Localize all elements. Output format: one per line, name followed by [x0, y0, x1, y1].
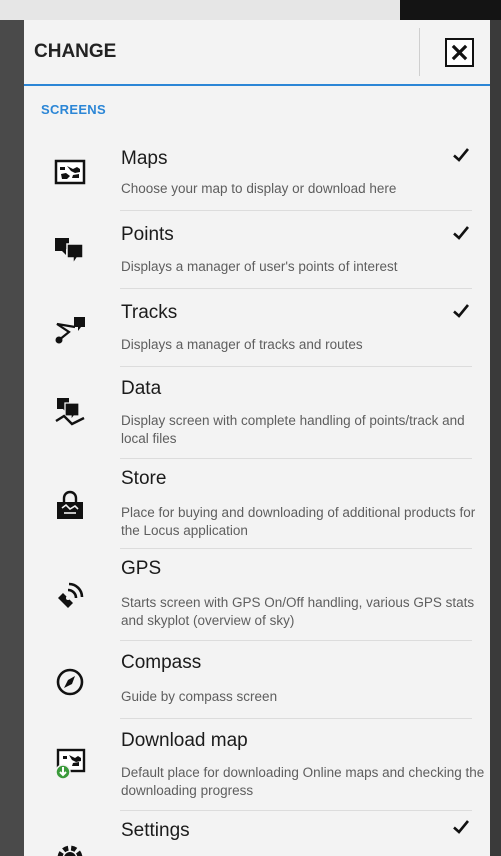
- settings-icon: [52, 840, 88, 856]
- menu-item-tracks[interactable]: Tracks Displays a manager of tracks and …: [24, 290, 490, 368]
- gps-icon: [52, 578, 88, 614]
- background-right: [490, 20, 501, 856]
- background-left: [0, 20, 24, 856]
- item-divider: [120, 718, 472, 719]
- points-icon: [52, 232, 88, 268]
- menu-item-store[interactable]: Store Place for buying and downloading o…: [24, 460, 490, 550]
- menu-item-title: GPS: [121, 558, 162, 579]
- menu-item-title: Settings: [121, 820, 190, 841]
- item-divider: [120, 458, 472, 459]
- close-button[interactable]: [445, 38, 474, 67]
- download-map-icon: [52, 746, 88, 782]
- menu-item-description: Guide by compass screen: [121, 689, 278, 704]
- menu-item-title: Compass: [121, 652, 202, 673]
- menu-item-title: Download map: [121, 730, 248, 751]
- item-divider: [120, 810, 472, 811]
- menu-item-title: Store: [121, 468, 167, 489]
- item-divider: [120, 548, 472, 549]
- close-icon: [451, 44, 468, 61]
- menu-item-description: Display screen with complete handling of…: [121, 413, 465, 446]
- menu-item-title: Data: [121, 378, 162, 399]
- menu-item-description: Displays a manager of user's points of i…: [121, 259, 398, 274]
- store-icon: [52, 488, 88, 524]
- menu-item-title: Maps: [121, 148, 168, 169]
- menu-item-title: Points: [121, 224, 174, 245]
- menu-item-description: Displays a manager of tracks and routes: [121, 337, 363, 352]
- menu-item-maps[interactable]: Maps Choose your map to display or downl…: [24, 138, 490, 212]
- dialog-title: CHANGE: [34, 41, 117, 62]
- item-divider: [120, 288, 472, 289]
- menu-item-description: Choose your map to display or download h…: [121, 181, 397, 196]
- dialog-header: CHANGE: [24, 20, 490, 86]
- background-dark-panel: [400, 0, 501, 20]
- menu-item-download-map[interactable]: Download map Default place for downloadi…: [24, 720, 490, 812]
- background-app-bar: [0, 0, 501, 20]
- check-icon: [453, 148, 470, 162]
- header-divider: [24, 84, 490, 86]
- check-icon: [453, 820, 470, 834]
- menu-item-description: Default place for downloading Online map…: [121, 765, 485, 798]
- compass-icon: [52, 664, 88, 700]
- item-divider: [120, 366, 472, 367]
- menu-item-data[interactable]: Data Display screen with complete handli…: [24, 368, 490, 460]
- tracks-icon: [52, 312, 88, 348]
- header-separator: [419, 28, 420, 76]
- background-panel: [0, 0, 400, 20]
- check-icon: [453, 304, 470, 318]
- map-icon: [52, 154, 88, 190]
- menu-item-compass[interactable]: Compass Guide by compass screen: [24, 642, 490, 720]
- change-screen-dialog: CHANGE SCREENS Maps Choose your map to d…: [24, 20, 490, 856]
- menu-item-description: Starts screen with GPS On/Off handling, …: [121, 595, 475, 628]
- menu-item-title: Tracks: [121, 302, 178, 323]
- item-divider: [120, 210, 472, 211]
- item-divider: [120, 640, 472, 641]
- menu-item-description: Place for buying and downloading of addi…: [121, 505, 476, 538]
- section-title-screens: SCREENS: [41, 102, 106, 117]
- check-icon: [453, 226, 470, 240]
- menu-item-gps[interactable]: GPS Starts screen with GPS On/Off handli…: [24, 550, 490, 642]
- data-icon: [52, 394, 88, 430]
- menu-item-settings[interactable]: Settings: [24, 812, 490, 856]
- menu-item-points[interactable]: Points Displays a manager of user's poin…: [24, 212, 490, 290]
